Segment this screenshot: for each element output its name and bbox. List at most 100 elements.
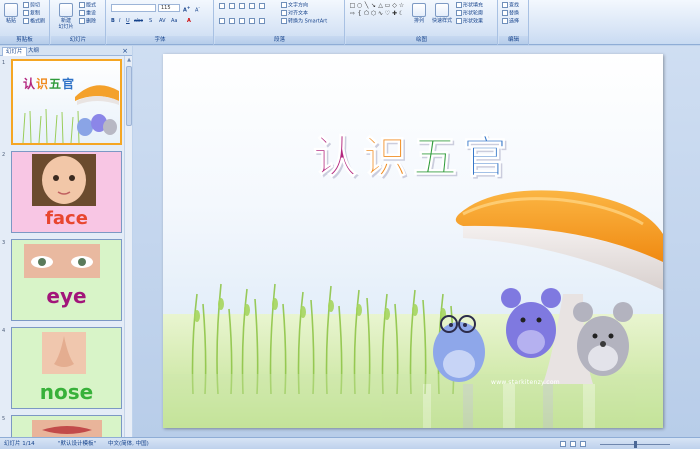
shrink-font-button[interactable]: A- (195, 4, 200, 15)
increase-indent-button[interactable] (249, 3, 256, 11)
grow-font-button[interactable]: A+ (183, 4, 190, 15)
arrange-button[interactable]: 排列 (410, 3, 428, 24)
align-right-button[interactable] (239, 18, 246, 26)
title-char-1: 认 (313, 132, 363, 184)
bullets-icon (219, 3, 225, 9)
layout-icon (79, 2, 85, 8)
slide-thumbnail-1[interactable]: 认识五官 (11, 59, 122, 145)
align-right-icon (239, 18, 245, 24)
layout-button[interactable]: 版式 (79, 2, 96, 10)
shape-outline-button[interactable]: 形状轮廓 (456, 10, 483, 18)
shapes-gallery[interactable]: □ ○ ╲ ↘ △ ▭ ◇ ☆ ⇨ { ⬠ ⬡ ∿ ♡ ✚ ☾ (349, 2, 405, 28)
justify-icon (249, 18, 255, 24)
zoom-slider-handle[interactable] (634, 441, 637, 448)
new-slide-button[interactable]: 新建 幻灯片 (55, 3, 77, 30)
slide-thumbnail-5[interactable] (11, 415, 122, 437)
columns-button[interactable] (259, 18, 266, 26)
slide-thumbnail-3[interactable]: eye (11, 239, 122, 321)
heart-shape-icon[interactable]: ♡ (384, 10, 391, 18)
slide-thumbnail-2[interactable]: face (11, 151, 122, 233)
character-spacing-button[interactable]: AV (159, 18, 166, 25)
bold-button[interactable]: B (111, 18, 115, 25)
brace-shape-icon[interactable]: { (356, 10, 363, 18)
slide-5-artwork (32, 420, 102, 437)
rounded-rect-shape-icon[interactable]: ▭ (384, 2, 391, 10)
font-size-select[interactable]: 115 (158, 4, 180, 12)
copy-button[interactable]: 复制 (23, 10, 40, 18)
star-shape-icon[interactable]: ☆ (398, 2, 405, 10)
slide-number: 1 (2, 60, 6, 66)
decrease-indent-button[interactable] (239, 3, 246, 11)
justify-button[interactable] (249, 18, 256, 26)
slide-thumbnail-panel: 1 认识五官 2 face 3 eye 4 nose 5 (0, 56, 132, 437)
shadow-button[interactable]: S (149, 18, 152, 25)
tab-outline[interactable]: 大纲 (25, 47, 42, 56)
curve-shape-icon[interactable]: ∿ (377, 10, 384, 18)
language-indicator[interactable]: 中文(简体, 中国) (108, 440, 149, 448)
paste-button[interactable]: 粘贴 (2, 3, 20, 24)
reset-button[interactable]: 重设 (79, 10, 96, 18)
cross-shape-icon[interactable]: ✚ (391, 10, 398, 18)
title-char-3: 五 (413, 132, 463, 184)
scrollbar-thumb[interactable] (126, 66, 132, 126)
line-shape-icon[interactable]: ╲ (363, 2, 370, 10)
font-group-label: 字体 (107, 36, 213, 44)
slides-group-label: 幻灯片 (51, 36, 105, 44)
format-painter-button[interactable]: 格式刷 (23, 18, 45, 26)
rectangle-shape-icon[interactable]: □ (349, 2, 356, 10)
strikethrough-button[interactable]: abc (134, 18, 143, 25)
binoculars-icon (502, 2, 508, 8)
align-left-button[interactable] (219, 18, 226, 26)
arrow-shape-icon[interactable]: ↘ (370, 2, 377, 10)
text-direction-button[interactable]: 文字方向 (281, 2, 308, 10)
pentagon-shape-icon[interactable]: ⬠ (363, 10, 370, 18)
moon-shape-icon[interactable]: ☾ (398, 10, 405, 18)
shape-effects-button[interactable]: 形状效果 (456, 18, 483, 26)
effects-icon (456, 18, 462, 24)
thumbnail-scrollbar[interactable]: ▲ (124, 56, 132, 437)
replace-button[interactable]: 替换 (502, 10, 519, 18)
zoom-controls (560, 440, 690, 448)
close-panel-icon[interactable]: × (122, 47, 128, 55)
slide-number: 5 (2, 416, 6, 422)
underline-button[interactable]: U (126, 18, 130, 25)
numbering-button[interactable] (229, 3, 236, 11)
shape-fill-button[interactable]: 形状填充 (456, 2, 483, 10)
align-center-button[interactable] (229, 18, 236, 26)
slide-3-artwork (24, 244, 100, 278)
hexagon-shape-icon[interactable]: ⬡ (370, 10, 377, 18)
normal-view-icon[interactable] (560, 441, 566, 447)
cut-button[interactable]: 剪切 (23, 2, 40, 10)
font-name-select[interactable] (111, 4, 156, 12)
oval-shape-icon[interactable]: ○ (356, 2, 363, 10)
slideshow-view-icon[interactable] (580, 441, 586, 447)
slide-3-word: eye (46, 284, 87, 308)
smartart-icon (281, 18, 287, 24)
delete-button[interactable]: 删除 (79, 18, 96, 26)
select-button[interactable]: 选择 (502, 18, 519, 26)
slide-title[interactable]: 认识五官 (253, 132, 573, 184)
current-slide[interactable]: 认识五官 www.starkitenzy.com (163, 54, 663, 428)
decrease-indent-icon (239, 3, 245, 9)
sorter-view-icon[interactable] (570, 441, 576, 447)
right-arrow-shape-icon[interactable]: ⇨ (349, 10, 356, 18)
tab-slides[interactable]: 幻灯片 (2, 47, 27, 56)
find-button[interactable]: 查找 (502, 2, 519, 10)
bullets-button[interactable] (219, 3, 226, 11)
quick-styles-icon (435, 3, 449, 17)
align-text-button[interactable]: 对齐文本 (281, 10, 308, 18)
scroll-up-icon[interactable]: ▲ (126, 57, 132, 63)
font-color-button[interactable]: A (187, 18, 191, 25)
italic-button[interactable]: I (119, 18, 120, 25)
triangle-shape-icon[interactable]: △ (377, 2, 384, 10)
align-center-icon (229, 18, 235, 24)
slide-thumbnail-4[interactable]: nose (11, 327, 122, 409)
convert-smartart-button[interactable]: 转换为 SmartArt (281, 18, 327, 26)
line-spacing-button[interactable] (259, 3, 266, 11)
diamond-shape-icon[interactable]: ◇ (391, 2, 398, 10)
align-text-icon (281, 10, 287, 16)
quick-styles-button[interactable]: 快速样式 (430, 3, 454, 24)
paragraph-group-label: 段落 (215, 36, 344, 44)
change-case-button[interactable]: Aa (171, 18, 177, 25)
status-bar: 幻灯片 1/14 "默认设计模板" 中文(简体, 中国) (0, 437, 700, 449)
